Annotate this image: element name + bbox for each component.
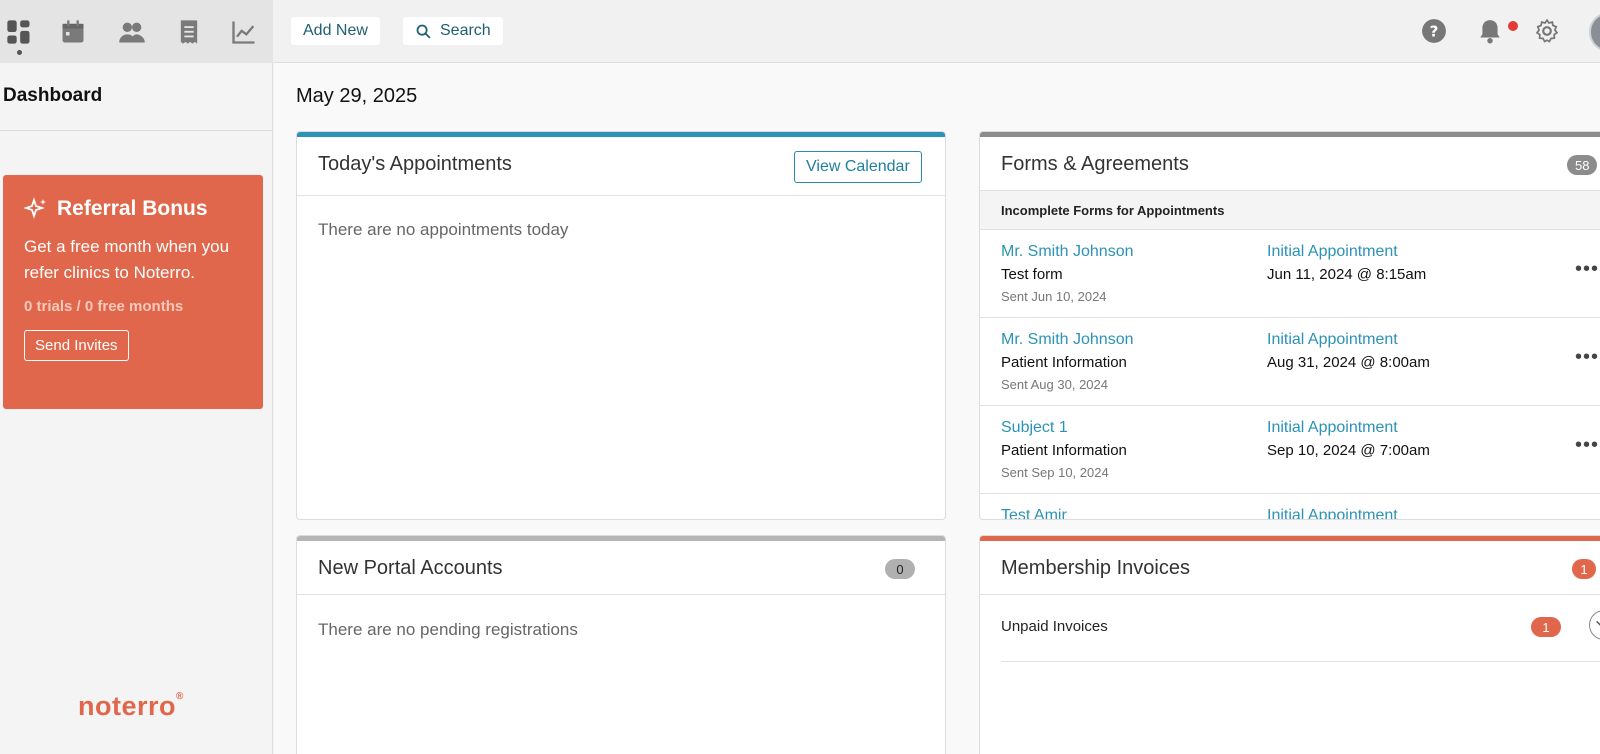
forms-title: Forms & Agreements [1001, 153, 1189, 175]
forms-subheader: Incomplete Forms for Appointments [980, 190, 1600, 230]
forms-card: Forms & Agreements 58 Incomplete Forms f… [979, 131, 1600, 520]
add-new-button[interactable]: Add New [291, 17, 380, 45]
unpaid-invoices-row[interactable]: Unpaid Invoices 1 [1001, 592, 1600, 662]
active-indicator [17, 50, 22, 55]
form-name: Patient Information [1001, 354, 1127, 371]
help-icon: ? [1422, 19, 1446, 43]
referral-header: Referral Bonus [24, 197, 242, 221]
expand-button[interactable] [1589, 610, 1600, 640]
top-bar: Add New Search ? [0, 0, 1600, 63]
forms-count-badge: 58 [1567, 155, 1598, 175]
current-date: May 29, 2025 [296, 85, 418, 107]
nav-calendar[interactable] [55, 14, 91, 50]
main-content: May 29, 2025 Today's Appointments View C… [274, 63, 1600, 754]
portal-empty-text: There are no pending registrations [318, 620, 578, 639]
appointment-link[interactable]: Initial Appointment [1267, 507, 1398, 519]
card-divider [297, 594, 945, 595]
sidebar-divider [0, 130, 273, 131]
card-divider [297, 195, 945, 196]
more-options-icon[interactable]: ••• [1575, 258, 1599, 281]
appointments-title: Today's Appointments [318, 153, 512, 175]
nav-billing[interactable] [171, 14, 207, 50]
brand-logo: noterro® [78, 691, 184, 722]
svg-text:?: ? [1430, 22, 1439, 40]
user-avatar[interactable] [1589, 12, 1600, 52]
referral-title: Referral Bonus [57, 197, 208, 220]
client-link[interactable]: Subject 1 [1001, 419, 1068, 437]
bell-icon [1480, 20, 1500, 44]
search-icon [416, 24, 431, 39]
more-options-icon[interactable]: ••• [1575, 346, 1599, 369]
appointments-empty-text: There are no appointments today [318, 220, 569, 239]
portal-title: New Portal Accounts [318, 557, 503, 579]
receipt-icon [180, 20, 198, 44]
gear-icon [1535, 18, 1559, 43]
notifications-button[interactable] [1476, 17, 1504, 45]
appointment-link[interactable]: Initial Appointment [1267, 419, 1398, 437]
nav-reports[interactable] [226, 14, 262, 50]
portal-accounts-card: New Portal Accounts 0 There are no pendi… [296, 535, 946, 754]
portal-count-badge: 0 [885, 559, 915, 579]
referral-card: Referral Bonus Get a free month when you… [3, 175, 263, 409]
card-accent-bar [980, 132, 1600, 137]
appointment-link[interactable]: Initial Appointment [1267, 331, 1398, 349]
invoices-title: Membership Invoices [1001, 557, 1190, 579]
card-accent-bar [297, 132, 945, 137]
nav-clients[interactable] [114, 14, 150, 50]
invoices-count-badge: 1 [1572, 559, 1596, 579]
search-button[interactable]: Search [403, 17, 503, 45]
send-invites-button[interactable]: Send Invites [24, 330, 129, 361]
brand-mark: ® [176, 691, 184, 702]
more-options-icon[interactable]: ••• [1575, 434, 1599, 457]
notification-dot [1508, 21, 1518, 31]
dashboard-icon [7, 20, 30, 44]
unpaid-count-badge: 1 [1531, 617, 1561, 637]
form-row: Mr. Smith Johnson Test form Sent Jun 10,… [980, 230, 1600, 318]
form-name: Patient Information [1001, 442, 1127, 459]
appointment-date: Aug 31, 2024 @ 8:00am [1267, 354, 1430, 371]
sparkle-icon [24, 197, 46, 219]
form-row: Mr. Smith Johnson Patient Information Se… [980, 318, 1600, 406]
form-row: Test Amir Initial Appointment [980, 494, 1600, 519]
view-calendar-button[interactable]: View Calendar [794, 151, 922, 183]
page-title: Dashboard [3, 85, 103, 106]
search-label: Search [440, 22, 491, 39]
help-button[interactable]: ? [1420, 17, 1448, 45]
unpaid-invoices-label: Unpaid Invoices [1001, 618, 1108, 635]
brand-name: noterro [78, 691, 176, 721]
form-name: Test form [1001, 266, 1063, 283]
calendar-icon [62, 20, 84, 43]
sidebar: Dashboard Referral Bonus Get a free mont… [0, 63, 273, 754]
main-nav [0, 0, 273, 63]
membership-invoices-card: Membership Invoices 1 Unpaid Invoices 1 [979, 535, 1600, 754]
client-link[interactable]: Mr. Smith Johnson [1001, 243, 1134, 261]
nav-dashboard[interactable] [1, 14, 37, 50]
chevron-down-icon [1596, 620, 1600, 626]
referral-stats: 0 trials / 0 free months [24, 298, 184, 315]
people-icon [119, 22, 145, 43]
appointment-date: Sep 10, 2024 @ 7:00am [1267, 442, 1430, 459]
appointments-card: Today's Appointments View Calendar There… [296, 131, 946, 520]
card-accent-bar [980, 536, 1600, 541]
sent-date: Sent Aug 30, 2024 [1001, 377, 1108, 392]
sent-date: Sent Jun 10, 2024 [1001, 289, 1107, 304]
client-link[interactable]: Test Amir [1001, 507, 1067, 519]
referral-text: Get a free month when you refer clinics … [24, 237, 230, 282]
chart-icon [232, 21, 255, 44]
appointment-date: Jun 11, 2024 @ 8:15am [1267, 266, 1427, 283]
settings-button[interactable] [1533, 17, 1561, 45]
client-link[interactable]: Mr. Smith Johnson [1001, 331, 1134, 349]
form-row: Subject 1 Patient Information Sent Sep 1… [980, 406, 1600, 494]
appointment-link[interactable]: Initial Appointment [1267, 243, 1398, 261]
sent-date: Sent Sep 10, 2024 [1001, 465, 1109, 480]
card-accent-bar [297, 536, 945, 541]
